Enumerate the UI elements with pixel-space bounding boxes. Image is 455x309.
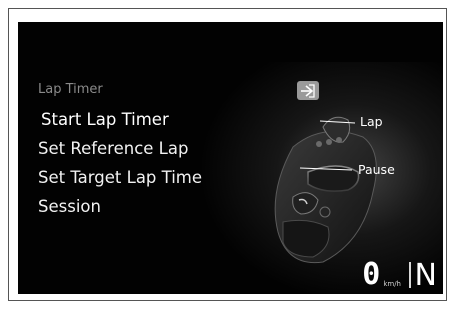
dashboard-display: Lap Timer Start Lap Timer Set Reference … [18, 22, 443, 294]
pause-callout-line [299, 167, 353, 171]
pause-callout-label: Pause [358, 162, 395, 177]
lap-callout-label: Lap [360, 114, 383, 129]
speed-unit: km/h [383, 280, 401, 288]
callout-lines [299, 120, 356, 171]
gear-divider [409, 262, 411, 288]
speed-value: 0 [362, 257, 381, 292]
speedometer: 0 km/h [362, 260, 401, 290]
lap-callout-line [319, 120, 356, 124]
gear-indicator: N [414, 258, 437, 293]
